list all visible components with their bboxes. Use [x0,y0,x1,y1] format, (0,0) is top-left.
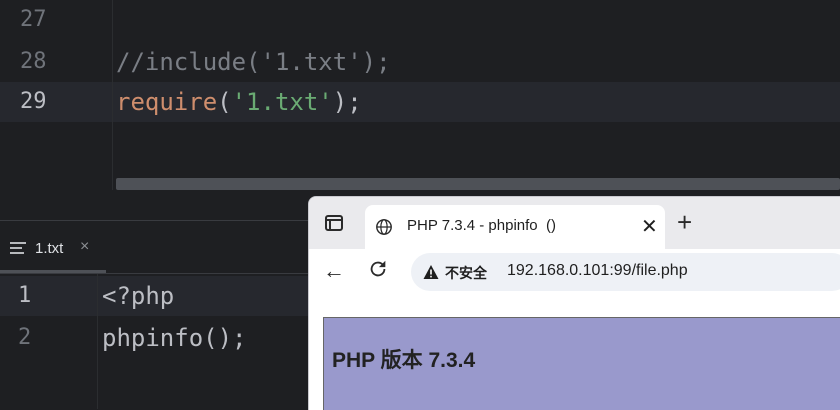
gutter-divider [112,0,113,190]
new-tab-button[interactable]: + [677,207,692,238]
code-line-php-open[interactable]: <?php [102,276,174,316]
warning-icon[interactable] [423,264,439,280]
close-tab-icon[interactable]: ✕ [641,214,658,239]
browser-tab-title: PHP 7.3.4 - phpinfo () [407,217,556,234]
gutter-divider [97,274,98,409]
browser-tab-strip: PHP 7.3.4 - phpinfo () ✕ + [309,197,840,249]
reload-icon[interactable] [367,258,389,280]
page-title: PHP 版本 7.3.4 [332,349,476,372]
code-line-phpinfo[interactable]: phpinfo(); [102,318,247,358]
browser-tab-phpinfo[interactable]: PHP 7.3.4 - phpinfo () ✕ [365,205,665,249]
browser-window[interactable]: PHP 7.3.4 - phpinfo () ✕ + ← 不安全 192.168… [308,196,840,410]
line-number: 2 [18,325,32,350]
phpinfo-header: PHP 版本 7.3.4 [323,317,840,410]
paren-open: ( [217,88,232,116]
keyword-require: require [116,88,218,116]
browser-toolbar: ← 不安全 192.168.0.101:99/file.php [309,249,840,297]
line-number-current: 1 [18,283,32,308]
editor-tab-1-txt[interactable]: 1.txt × [0,225,106,273]
not-secure-label[interactable]: 不安全 [445,263,487,283]
url-text[interactable]: 192.168.0.101:99/file.php [507,262,688,280]
top-editor[interactable]: 27 28 29 //include('1.txt'); require('1.… [0,0,840,190]
line-number: 27 [20,7,47,32]
tab-label: 1.txt [35,240,64,257]
close-icon[interactable]: × [80,238,89,256]
sidebar-toggle-icon[interactable] [325,215,343,231]
code-line-include[interactable]: //include('1.txt'); [116,42,391,82]
line-number-current: 29 [20,89,47,114]
address-bar[interactable]: 不安全 192.168.0.101:99/file.php [411,253,840,291]
back-arrow-icon[interactable]: ← [323,258,345,284]
page-content: PHP 版本 7.3.4 [309,297,840,410]
paren-close: ); [332,88,362,116]
text-file-icon [10,242,26,256]
globe-icon [376,219,392,235]
string-literal: '1.txt' [231,88,333,116]
line-number: 28 [20,49,47,74]
horizontal-scrollbar[interactable] [116,178,840,190]
code-line-require[interactable]: require('1.txt'); [116,82,362,122]
